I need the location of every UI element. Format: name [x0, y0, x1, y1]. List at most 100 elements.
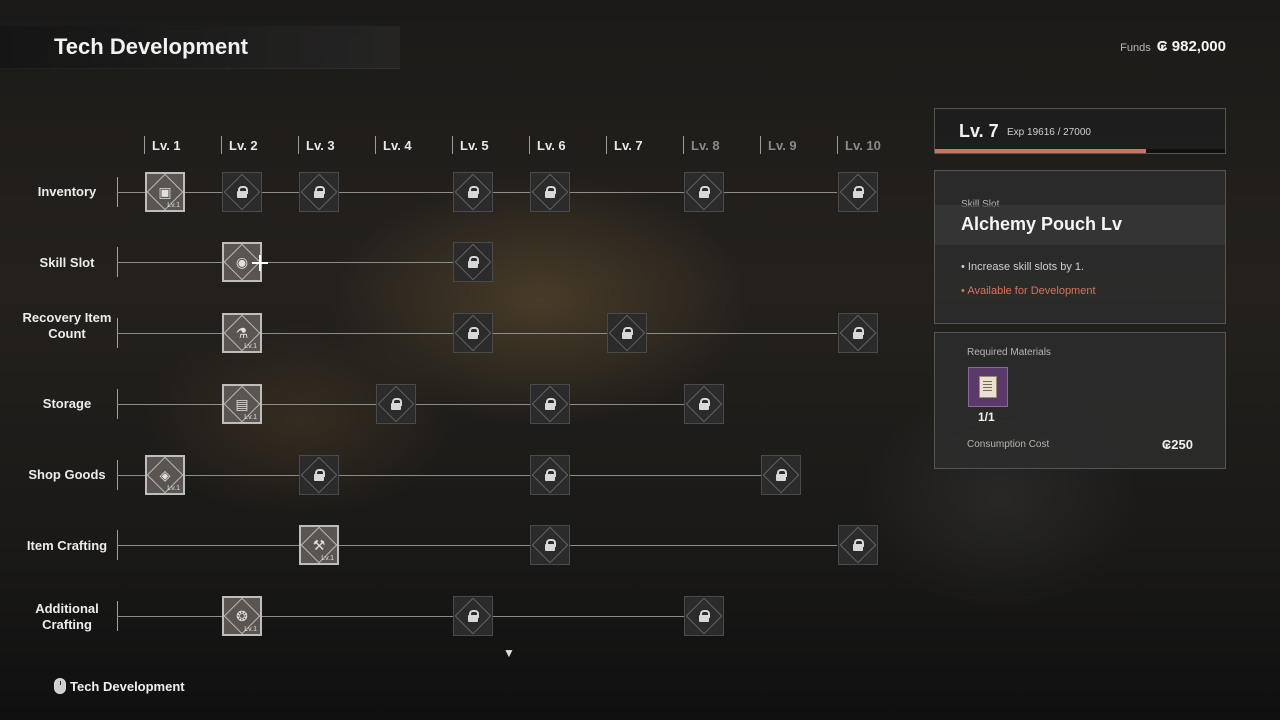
lock-icon [853, 539, 864, 551]
level-header-5: Lv. 5 [452, 136, 489, 154]
tech-node-inventory-2[interactable] [222, 172, 262, 212]
row-label-inventory: Inventory [37, 184, 97, 199]
level-header-1: Lv. 1 [144, 136, 181, 154]
shop-icon: ◈ [159, 466, 171, 483]
tech-node-item-crafting-3[interactable]: ⚒ Lv.1 [299, 525, 339, 565]
lock-icon [237, 186, 248, 198]
page-title: Tech Development [54, 34, 248, 59]
title-bar: Tech Development [0, 26, 400, 69]
lock-icon [699, 398, 710, 410]
tech-node-recovery-5[interactable] [453, 313, 493, 353]
tech-node-shop-goods-9[interactable] [761, 455, 801, 495]
lock-icon [545, 398, 556, 410]
tech-node-recovery-10[interactable] [838, 313, 878, 353]
materials-panel: Required Materials 1/1 Consumption Cost … [934, 332, 1226, 469]
potion-icon: ⚗ [235, 324, 249, 341]
funds-label: Funds [1120, 42, 1151, 54]
level-header-9: Lv. 9 [760, 136, 797, 154]
row-line-shop-goods [117, 475, 782, 476]
lock-icon [622, 327, 633, 339]
tech-node-storage-6[interactable] [530, 384, 570, 424]
lock-icon [468, 610, 479, 622]
lock-icon [853, 186, 864, 198]
tech-node-recovery-2[interactable]: ⚗ Lv.1 [222, 313, 262, 353]
exp-bar-fill [935, 149, 1146, 153]
footer-label: Tech Development [70, 678, 185, 694]
lock-icon [853, 327, 864, 339]
funds-value-group: ₢ 982,000 [1157, 38, 1226, 55]
lock-icon [545, 469, 556, 481]
tech-node-storage-2[interactable]: ▤ Lv.1 [222, 384, 262, 424]
level-header-6: Lv. 6 [529, 136, 566, 154]
tech-node-storage-8[interactable] [684, 384, 724, 424]
tech-node-skill-slot-5[interactable] [453, 242, 493, 282]
cost-value: 250 [1171, 437, 1193, 452]
level-header-2: Lv. 2 [221, 136, 258, 154]
row-line-additional-crafting [117, 616, 705, 617]
tech-node-recovery-7[interactable] [607, 313, 647, 353]
row-label-additional-crafting: Additional Crafting [35, 601, 99, 632]
tech-node-inventory-8[interactable] [684, 172, 724, 212]
scroll-down-arrow-icon[interactable]: ▼ [503, 646, 515, 660]
currency-icon: ₢ [1161, 437, 1172, 452]
lock-icon [314, 186, 325, 198]
storage-icon: ▤ [235, 395, 249, 412]
tech-node-additional-crafting-8[interactable] [684, 596, 724, 636]
lock-icon [545, 186, 556, 198]
row-line-skill-slot [117, 262, 473, 263]
level-header-3: Lv. 3 [298, 136, 335, 154]
row-label-skill-slot: Skill Slot [39, 255, 95, 270]
tech-node-inventory-3[interactable] [299, 172, 339, 212]
cost-value-group: ₢250 [1162, 437, 1193, 452]
cost-label: Consumption Cost [967, 439, 1050, 450]
row-label-storage: Storage [42, 396, 92, 411]
lock-icon [545, 539, 556, 551]
tech-node-shop-goods-3[interactable] [299, 455, 339, 495]
mouse-icon [54, 678, 66, 694]
tech-node-shop-goods-1[interactable]: ◈ Lv.1 [145, 455, 185, 495]
lock-icon [468, 327, 479, 339]
row-label-shop-goods: Shop Goods [28, 467, 106, 482]
material-slot[interactable] [968, 367, 1008, 407]
detail-bullet-2: • Available for Development [961, 285, 1096, 297]
row-label-recovery-item-count: Recovery Item Count [22, 310, 112, 341]
materials-label: Required Materials [967, 347, 1051, 358]
level-panel: Lv. 7 Exp 19616 / 27000 [934, 108, 1226, 154]
cauldron-icon: ❂ [236, 607, 248, 624]
tech-node-inventory-10[interactable] [838, 172, 878, 212]
tech-node-additional-crafting-5[interactable] [453, 596, 493, 636]
row-line-item-crafting [117, 545, 837, 546]
material-quantity: 1/1 [978, 410, 995, 424]
tech-node-additional-crafting-2[interactable]: ❂ Lv.1 [222, 596, 262, 636]
level-header-10: Lv. 10 [837, 136, 881, 154]
tech-node-shop-goods-6[interactable] [530, 455, 570, 495]
level-header-4: Lv. 4 [375, 136, 412, 154]
tech-node-item-crafting-10[interactable] [838, 525, 878, 565]
pouch-icon: ◉ [235, 253, 249, 270]
tech-node-inventory-6[interactable] [530, 172, 570, 212]
funds-display: Funds ₢ 982,000 [1120, 38, 1226, 55]
tech-node-inventory-5[interactable] [453, 172, 493, 212]
level-header-8: Lv. 8 [683, 136, 720, 154]
inventory-icon: ▣ [158, 183, 172, 200]
current-level: Lv. 7 [959, 121, 999, 141]
exp-text: Exp 19616 / 27000 [1007, 127, 1091, 138]
currency-icon: ₢ [1156, 38, 1168, 55]
tech-node-inventory-1[interactable]: ▣ Lv.1 [145, 172, 185, 212]
detail-panel: Skill Slot Alchemy Pouch Lv • Increase s… [934, 170, 1226, 324]
exp-bar [935, 149, 1225, 153]
funds-value: 982,000 [1171, 38, 1226, 55]
tech-node-storage-4[interactable] [376, 384, 416, 424]
crafting-icon: ⚒ [312, 536, 326, 553]
level-header-7: Lv. 7 [606, 136, 643, 154]
lock-icon [776, 469, 787, 481]
scroll-icon [979, 376, 997, 398]
lock-icon [468, 256, 479, 268]
detail-bullet-1: • Increase skill slots by 1. [961, 261, 1085, 273]
tech-node-item-crafting-6[interactable] [530, 525, 570, 565]
lock-icon [391, 398, 402, 410]
lock-icon [314, 469, 325, 481]
lock-icon [699, 610, 710, 622]
row-label-item-crafting: Item Crafting [26, 538, 108, 553]
detail-name: Alchemy Pouch Lv [961, 214, 1123, 234]
